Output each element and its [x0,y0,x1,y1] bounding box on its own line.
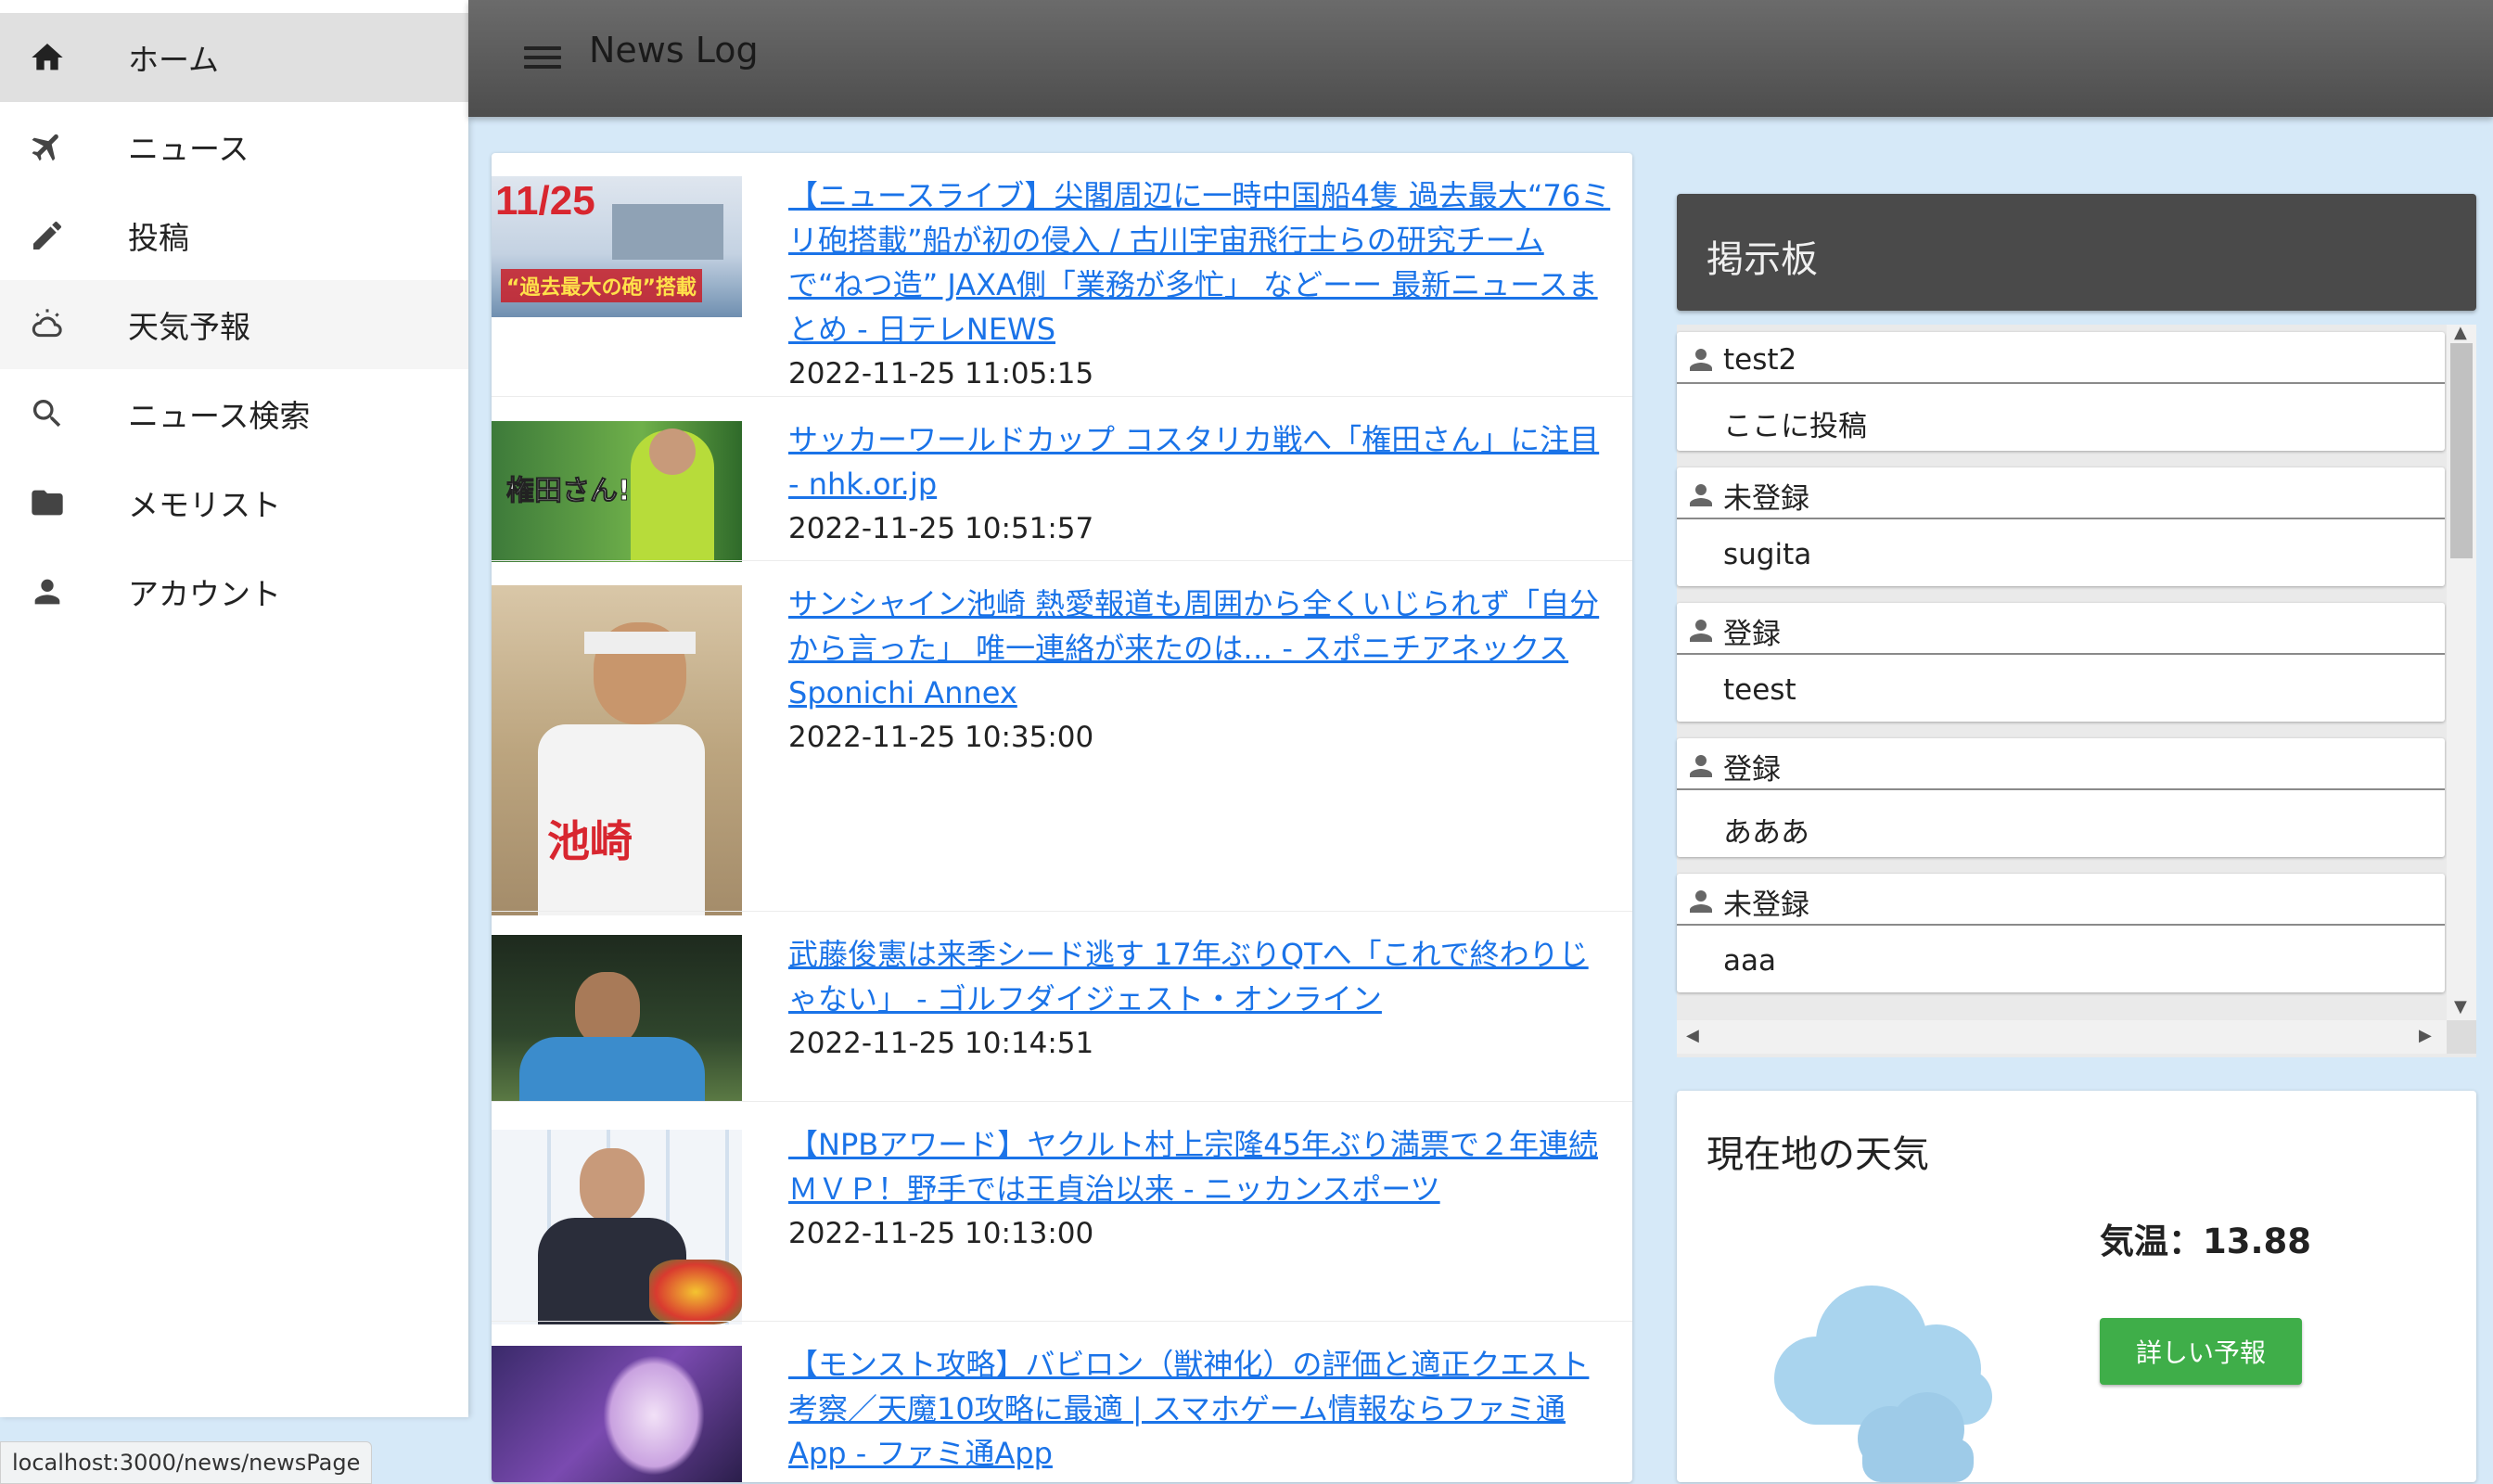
pencil-icon [28,216,67,255]
sidebar-item-memo-list[interactable]: メモリスト [0,458,468,547]
news-item: 【NPBアワード】ヤクルト村上宗隆45年ぶり満票で２年連続ＭＶＰ！野手では王貞治… [492,1101,1632,1324]
news-thumbnail[interactable]: 池崎 [492,585,742,915]
airplane-icon [28,127,67,166]
vertical-scrollbar[interactable]: ▲ ▼ [2447,323,2476,1020]
news-item: 【モンスト攻略】バビロン（獣神化）の評価と適正クエスト考察／天魔10攻略に最適 … [492,1321,1632,1482]
home-icon [28,38,67,77]
news-item: 池崎 サンシャイン池崎 熱愛報道も周囲から全くいじられず「自分から言った」 唯一… [492,560,1632,915]
post-body: sugita [1723,538,1812,571]
page-title: News Log [589,30,759,70]
scroll-down-icon[interactable]: ▼ [2454,997,2467,1017]
scroll-left-icon[interactable]: ◀ [1686,1026,1699,1045]
news-item: 11/25 “過去最大の砲”搭載 【ニュースライブ】尖閣周辺に一時中国船4隻 過… [492,153,1632,396]
news-thumbnail[interactable] [492,935,742,1102]
sidebar-item-news[interactable]: ニュース [0,102,468,191]
scroll-up-icon[interactable]: ▲ [2454,323,2467,342]
board-post: 登録 teest [1677,603,2445,722]
horizontal-scrollbar[interactable]: ◀ ▶ [1677,1020,2447,1054]
temperature-value: 気温：13.88 [2100,1222,2312,1261]
news-item: 権田さん! サッカーワールドカップ コスタリカ戦へ「権田さん」に注目 - nhk… [492,396,1632,562]
sidebar-item-label: メモリスト [128,487,281,523]
person-icon [28,572,67,611]
sidebar-item-label: 投稿 [128,220,189,256]
sidebar-item-post[interactable]: 投稿 [0,191,468,280]
scrollbar-corner [2447,1020,2476,1054]
thumbnail-text: 11/25 [495,178,595,224]
news-timestamp: 2022-11-25 10:14:51 [788,1027,1094,1060]
board-post: 未登録 sugita [1677,467,2445,586]
post-author-name: 未登録 [1723,888,1809,922]
news-timestamp: 2022-11-25 10:13:00 [788,1217,1094,1250]
menu-icon[interactable] [524,41,561,72]
sidebar-item-label: ニュース [128,131,249,167]
board-post-list[interactable]: test2 ここに投稿 未登録 sugita 登録 teest 登録 あああ 未… [1677,323,2476,1057]
sidebar: ホーム ニュース 投稿 天気予報 ニュース検索 メモリスト アカウント [0,0,468,1417]
person-icon [1690,349,1712,371]
sidebar-item-label: ニュース検索 [128,398,311,434]
person-icon [1690,484,1712,506]
board-header: 掲示板 [1677,194,2476,311]
sidebar-item-label: 天気予報 [128,309,250,345]
thumbnail-text: 権田さん! [506,475,632,508]
sidebar-item-label: アカウント [128,576,281,612]
sidebar-item-label: ホーム [128,42,220,78]
person-icon [1690,620,1712,642]
board-title: 掲示板 [1707,238,1818,281]
app-bar: News Log [468,0,2493,117]
post-author: 未登録 [1684,883,1809,922]
folder-icon [28,483,67,522]
person-icon [1690,890,1712,913]
news-title-link[interactable]: サッカーワールドカップ コスタリカ戦へ「権田さん」に注目 - nhk.or.jp [788,422,1599,502]
news-title-link[interactable]: 武藤俊憲は来季シード逃す 17年ぶりQTへ「これで終わりじゃない」 - ゴルフダ… [788,937,1589,1017]
person-icon [1690,755,1712,777]
post-body: あああ [1723,816,1809,850]
news-thumbnail[interactable] [492,1346,742,1482]
news-thumbnail[interactable]: 権田さん! [492,421,742,562]
post-body: aaa [1723,944,1776,978]
post-author: 登録 [1684,748,1781,787]
post-author: 未登録 [1684,477,1809,516]
news-timestamp: 2022-11-25 10:35:00 [788,721,1094,754]
news-timestamp: 2022-11-25 11:05:15 [788,357,1094,390]
post-author-name: 登録 [1723,752,1781,787]
thumbnail-text: 池崎 [547,816,633,866]
news-title-link[interactable]: 【NPBアワード】ヤクルト村上宗隆45年ぶり満票で２年連続ＭＶＰ！野手では王貞治… [788,1127,1598,1207]
board-post: 登録 あああ [1677,738,2445,857]
sidebar-item-home[interactable]: ホーム [0,13,468,102]
post-author-name: 登録 [1723,617,1781,651]
scroll-right-icon[interactable]: ▶ [2419,1026,2432,1045]
post-author: 登録 [1684,612,1781,651]
cloud-icon [1774,1286,1992,1482]
weather-title: 現在地の天気 [1707,1133,1929,1176]
board-post: test2 ここに投稿 [1677,332,2445,451]
sidebar-item-news-search[interactable]: ニュース検索 [0,369,468,458]
news-thumbnail[interactable] [492,1130,742,1324]
post-author: test2 [1684,341,1796,378]
news-item: 武藤俊憲は来季シード逃す 17年ぶりQTへ「これで終わりじゃない」 - ゴルフダ… [492,911,1632,1102]
news-thumbnail[interactable]: 11/25 “過去最大の砲”搭載 [492,176,742,317]
news-timestamp: 2022-11-25 10:51:57 [788,512,1094,545]
news-title-link[interactable]: 【モンスト攻略】バビロン（獣神化）の評価と適正クエスト考察／天魔10攻略に最適 … [788,1347,1589,1471]
weather-card: 現在地の天気 気温：13.88 詳しい予報 [1677,1091,2476,1482]
news-title-link[interactable]: 【ニュースライブ】尖閣周辺に一時中国船4隻 過去最大“76ミリ砲搭載”船が初の侵… [788,178,1610,347]
post-body: ここに投稿 [1723,410,1867,443]
thumbnail-caption: “過去最大の砲”搭載 [501,269,702,302]
sidebar-item-weather[interactable]: 天気予報 [0,280,468,369]
status-bar-url: localhost:3000/news/newsPage [0,1441,373,1484]
post-author-name: 未登録 [1723,481,1809,516]
scrollbar-thumb[interactable] [2450,343,2473,558]
search-icon [28,394,67,433]
news-list: 11/25 “過去最大の砲”搭載 【ニュースライブ】尖閣周辺に一時中国船4隻 過… [492,153,1632,1482]
sidebar-item-account[interactable]: アカウント [0,547,468,636]
board-post: 未登録 aaa [1677,874,2445,992]
post-author-name: test2 [1723,343,1797,377]
detailed-forecast-button[interactable]: 詳しい予報 [2100,1318,2302,1385]
news-title-link[interactable]: サンシャイン池崎 熱愛報道も周囲から全くいじられず「自分から言った」 唯一連絡が… [788,586,1599,710]
weather-icon [28,305,67,344]
post-body: teest [1723,673,1796,707]
